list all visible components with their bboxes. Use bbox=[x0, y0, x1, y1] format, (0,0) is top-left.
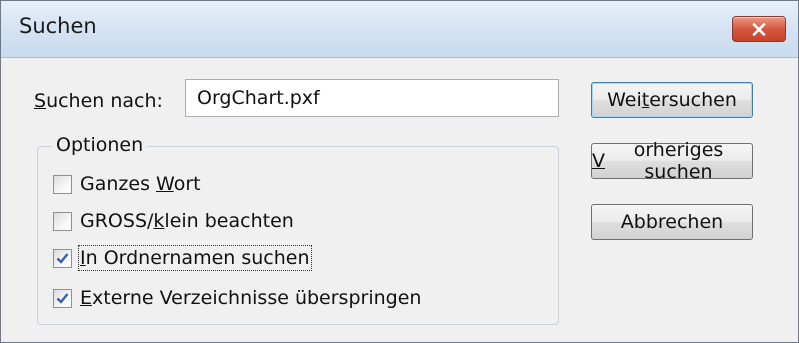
checkbox[interactable] bbox=[53, 174, 72, 194]
find-previous-button[interactable]: Vorheriges suchen bbox=[591, 139, 753, 183]
checkbox[interactable] bbox=[53, 211, 72, 231]
checkbox-label: GROSS/klein beachten bbox=[80, 210, 294, 232]
title-bar[interactable]: Suchen bbox=[1, 1, 798, 58]
checkbox[interactable] bbox=[53, 288, 72, 308]
cancel-button[interactable]: Abbrechen bbox=[591, 204, 753, 240]
search-input[interactable] bbox=[185, 79, 559, 117]
close-icon bbox=[752, 22, 766, 36]
options-legend: Optionen bbox=[52, 134, 148, 156]
option-whole-word[interactable]: Ganzes Wort bbox=[53, 171, 201, 197]
find-next-button[interactable]: Wei t ersuchen bbox=[591, 82, 753, 118]
checkmark-icon bbox=[56, 252, 69, 264]
checkbox-label: Ganzes Wort bbox=[80, 173, 201, 195]
checkbox-label: Externe Verzeichnisse überspringen bbox=[80, 287, 422, 309]
dialog-title: Suchen bbox=[19, 14, 97, 38]
option-skip-external-dirs[interactable]: Externe Verzeichnisse überspringen bbox=[53, 285, 421, 311]
close-button[interactable] bbox=[732, 16, 786, 42]
dialog-body: Suchen nach: Optionen Ganzes Wort GROSS/… bbox=[1, 58, 798, 342]
checkbox-label: In Ordnernamen suchen bbox=[78, 245, 312, 271]
search-label: Suchen nach: bbox=[34, 90, 163, 112]
option-search-folder-names[interactable]: In Ordnernamen suchen bbox=[53, 245, 312, 271]
search-dialog: Suchen Suchen nach: Optionen Ganzes Wort… bbox=[0, 0, 799, 343]
checkmark-icon bbox=[56, 292, 69, 304]
checkbox[interactable] bbox=[53, 248, 72, 268]
option-match-case[interactable]: GROSS/klein beachten bbox=[53, 208, 294, 234]
